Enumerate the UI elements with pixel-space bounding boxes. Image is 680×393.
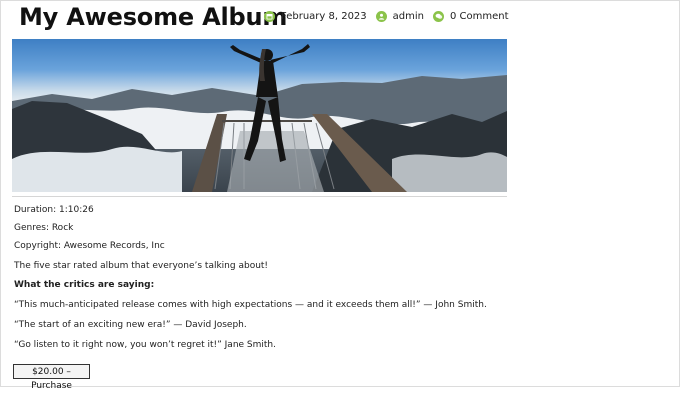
post-title: My Awesome Album [19,3,288,31]
post-date[interactable]: February 8, 2023 [281,11,367,22]
purchase-button[interactable]: $20.00 – Purchase [13,364,90,391]
divider [12,196,507,197]
duration-text: Duration: 1:10:26 [14,205,94,215]
post-author[interactable]: admin [393,11,424,22]
calendar-icon [264,11,275,22]
copyright-text: Copyright: Awesome Records, Inc [14,241,165,251]
description-text: The five star rated album that everyone’… [14,261,269,271]
post-content: Duration: 1:10:26 Genres: Rock Copyright… [14,205,494,351]
critic-quote: “This much-anticipated release comes wit… [14,300,487,310]
critics-heading: What the critics are saying: [14,280,155,290]
critic-quote: “Go listen to it right now, you won’t re… [14,340,276,350]
post-comments[interactable]: 0 Comment [450,11,509,22]
hero-image [12,39,507,192]
critic-quote: “The start of an exciting new era!” — Da… [14,320,247,330]
user-icon [375,11,387,22]
genres-text: Genres: Rock [14,223,74,233]
comment-icon [433,11,445,22]
post-meta: February 8, 2023 admin 0 Comment [264,11,518,22]
